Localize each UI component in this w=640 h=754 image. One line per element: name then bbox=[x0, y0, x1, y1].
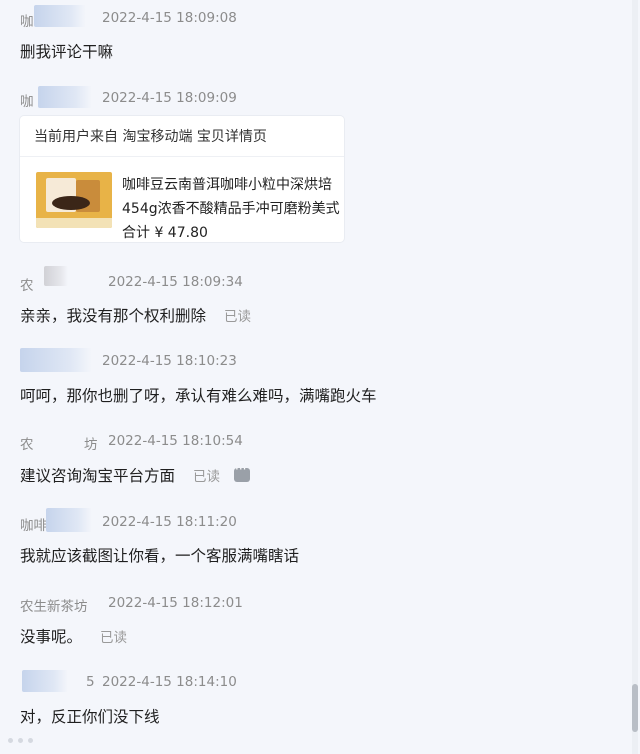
product-card[interactable]: 当前用户来自 淘宝移动端 宝贝详情页 咖啡豆云南普洱咖啡小粒中深烘培 454g浓… bbox=[20, 116, 344, 242]
message-meta: 咖啡 2022-4-15 18:11:20 bbox=[20, 514, 237, 534]
timestamp: 2022-4-15 18:12:01 bbox=[108, 595, 243, 611]
product-thumbnail[interactable] bbox=[36, 172, 112, 228]
message-meta: 咖 2022-4-15 18:09:09 bbox=[20, 90, 237, 110]
sender-name: 咖 bbox=[20, 14, 34, 30]
message-text[interactable]: 删我评论干嘛 bbox=[20, 40, 113, 62]
pagination-dots bbox=[8, 728, 38, 747]
message-text[interactable]: 亲亲，我没有那个权利删除 已读 bbox=[20, 304, 251, 326]
message-text[interactable]: 建议咨询淘宝平台方面 已读 bbox=[20, 462, 251, 486]
redacted-name bbox=[44, 266, 68, 286]
redacted-name bbox=[20, 348, 92, 372]
sender-name-tail: 5 bbox=[86, 674, 95, 690]
card-source: 当前用户来自 淘宝移动端 宝贝详情页 bbox=[34, 129, 267, 145]
scrollbar-thumb[interactable] bbox=[632, 684, 638, 732]
timestamp: 2022-4-15 18:09:34 bbox=[108, 274, 243, 290]
read-status: 已读 bbox=[193, 469, 221, 485]
sender-name: 农 bbox=[20, 437, 34, 453]
timestamp: 2022-4-15 18:09:09 bbox=[102, 90, 237, 106]
message-text[interactable]: 对，反正你们没下线 bbox=[20, 705, 160, 727]
sender-name: 农生新茶坊 bbox=[20, 599, 88, 615]
timestamp: 2022-4-15 18:09:08 bbox=[102, 10, 237, 26]
scrollbar[interactable] bbox=[632, 0, 638, 754]
timestamp: 2022-4-15 18:14:10 bbox=[102, 674, 237, 690]
message-meta: 咖 2022-4-15 18:09:08 bbox=[20, 10, 237, 30]
redacted-name bbox=[34, 5, 86, 27]
message-meta: 农 坊 2022-4-15 18:10:54 bbox=[20, 433, 243, 453]
product-title-line1: 咖啡豆云南普洱咖啡小粒中深烘培 bbox=[122, 177, 332, 193]
redacted-name bbox=[38, 86, 92, 108]
product-total: 合计 ¥ 47.80 bbox=[122, 225, 208, 241]
read-status: 已读 bbox=[100, 630, 128, 646]
message-meta: 农 2022-4-15 18:09:34 bbox=[20, 274, 243, 294]
redacted-name bbox=[22, 670, 68, 692]
message-text[interactable]: 呵呵，那你也删了呀，承认有难么难吗，满嘴跑火车 bbox=[20, 384, 377, 406]
sender-name: 咖 bbox=[20, 94, 34, 110]
timestamp: 2022-4-15 18:10:23 bbox=[102, 353, 237, 369]
redacted-name bbox=[46, 508, 92, 532]
more-icon[interactable] bbox=[234, 462, 251, 482]
sender-name: 咖啡 bbox=[20, 518, 47, 534]
product-title-line2: 454g浓香不酸精品手冲可磨粉美式 bbox=[122, 201, 340, 217]
message-text[interactable]: 我就应该截图让你看，一个客服满嘴瞎话 bbox=[20, 544, 299, 566]
message-meta: 农生新茶坊 2022-4-15 18:12:01 bbox=[20, 595, 243, 615]
read-status: 已读 bbox=[224, 309, 252, 325]
chat-history: 咖 2022-4-15 18:09:08 删我评论干嘛 咖 2022-4-15 … bbox=[0, 0, 632, 754]
sender-name-tail: 坊 bbox=[84, 437, 98, 453]
divider bbox=[20, 156, 344, 157]
timestamp: 2022-4-15 18:10:54 bbox=[108, 433, 243, 449]
message-text[interactable]: 没事呢。 已读 bbox=[20, 625, 127, 647]
sender-name: 农 bbox=[20, 278, 34, 294]
timestamp: 2022-4-15 18:11:20 bbox=[102, 514, 237, 530]
